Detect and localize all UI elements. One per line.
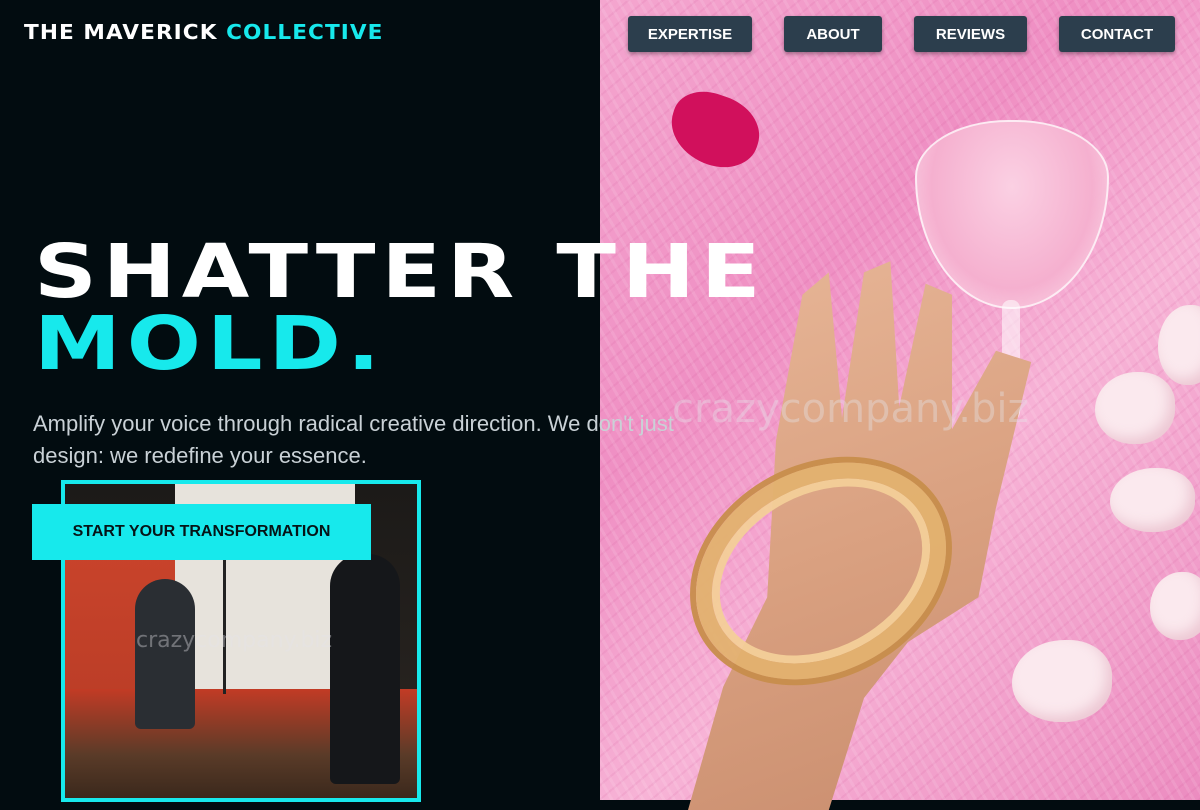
photographer xyxy=(330,554,400,784)
nav-reviews[interactable]: REVIEWS xyxy=(914,16,1027,52)
rose-petal xyxy=(1095,372,1175,444)
main-nav: EXPERTISE ABOUT REVIEWS CONTACT xyxy=(0,16,1200,52)
headline-line2: MOLD. xyxy=(34,301,386,387)
start-transformation-button[interactable]: START YOUR TRANSFORMATION xyxy=(32,504,371,560)
nav-expertise[interactable]: EXPERTISE xyxy=(628,16,752,52)
hero-headline: SHATTER THE MOLD. xyxy=(34,235,766,387)
light-stand xyxy=(223,554,226,694)
rose-petal xyxy=(1110,468,1195,532)
hero-lead: Amplify your voice through radical creat… xyxy=(33,411,674,468)
nav-contact[interactable]: CONTACT xyxy=(1059,16,1175,52)
nav-about[interactable]: ABOUT xyxy=(784,16,882,52)
rose-petal xyxy=(1012,640,1112,722)
seated-model xyxy=(135,579,195,729)
